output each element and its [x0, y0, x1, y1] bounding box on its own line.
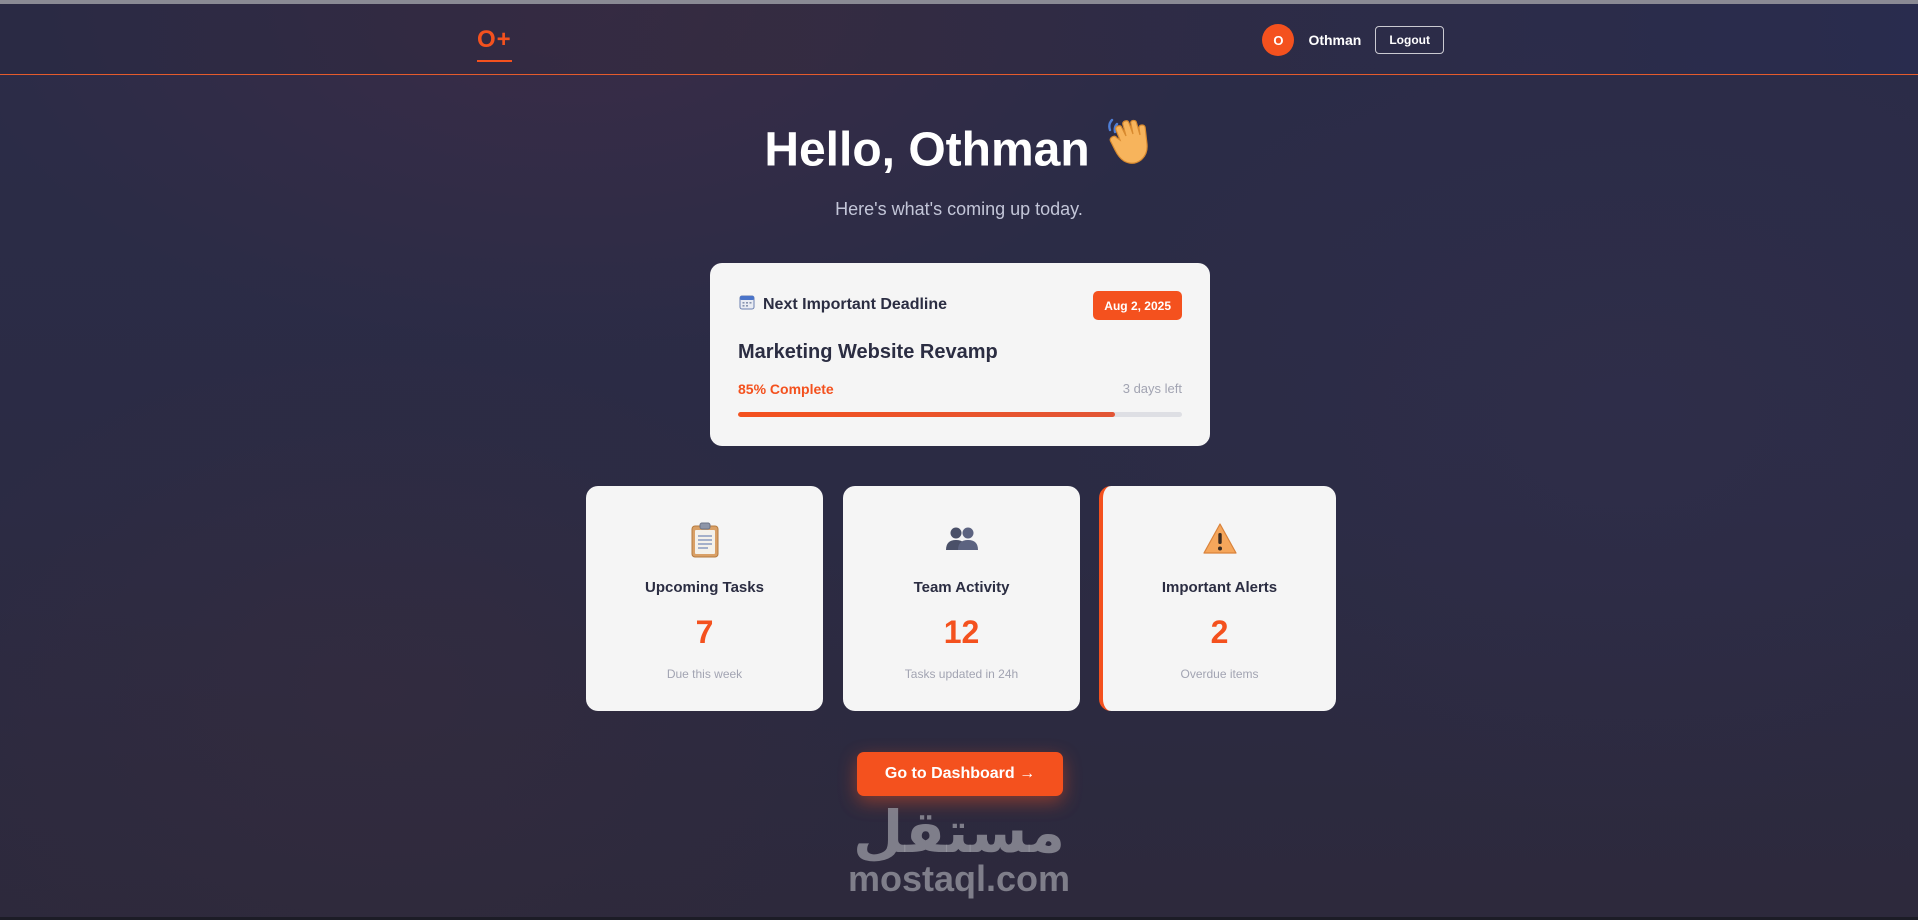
clipboard-icon	[586, 522, 823, 558]
warning-icon	[1103, 522, 1336, 556]
avatar[interactable]: O	[1262, 24, 1295, 56]
stat-caption: Tasks updated in 24h	[904, 667, 1019, 681]
progress-fill	[738, 412, 1116, 417]
stat-value: 7	[695, 614, 714, 650]
stat-card-important-alerts[interactable]: Important Alerts 2 Overdue items	[1099, 486, 1336, 711]
deadline-date-badge: Aug 2, 2025	[1093, 291, 1182, 320]
go-to-dashboard-button[interactable]: Go to Dashboard →	[857, 752, 1063, 796]
stat-title: Upcoming Tasks	[645, 579, 764, 596]
stat-card-upcoming-tasks[interactable]: Upcoming Tasks 7 Due this week	[586, 486, 823, 711]
watermark-latin: mostaql.com	[847, 858, 1071, 899]
user-area: O Othman Logout	[1262, 24, 1444, 56]
watermark: مستقل mostaql.com	[0, 804, 1918, 900]
deadline-label: Next Important Deadline	[763, 295, 948, 313]
stat-title: Important Alerts	[1161, 579, 1278, 596]
greeting-heading: Hello, Othman	[0, 118, 1918, 184]
progress-label: 85% Complete	[738, 381, 834, 397]
progress-bar	[738, 412, 1182, 417]
username: Othman	[1308, 32, 1362, 48]
app-logo[interactable]: O+	[477, 26, 512, 62]
top-navbar: O+ O Othman Logout	[0, 4, 1918, 75]
days-left: 3 days left	[1122, 381, 1182, 396]
greeting-subtitle: Here's what's coming up today.	[835, 199, 1083, 219]
stat-caption: Overdue items	[1180, 667, 1259, 681]
stat-value: 2	[1210, 614, 1229, 650]
watermark-arabic: مستقل	[852, 800, 1066, 865]
deadline-header: Next Important Deadline	[739, 294, 947, 315]
stat-caption: Due this week	[666, 667, 743, 681]
greeting-text: Hello, Othman	[764, 123, 1090, 177]
stat-card-team-activity[interactable]: Team Activity 12 Tasks updated in 24h	[843, 486, 1080, 711]
stat-title: Team Activity	[913, 579, 1010, 596]
stat-value: 12	[943, 614, 980, 650]
calendar-icon	[739, 294, 755, 315]
deadline-card[interactable]: Next Important Deadline Aug 2, 2025 Mark…	[710, 263, 1210, 446]
project-title: Marketing Website Revamp	[738, 341, 998, 363]
logout-button[interactable]: Logout	[1375, 26, 1444, 54]
waving-hand-icon	[1104, 116, 1154, 178]
team-icon	[843, 522, 1080, 556]
